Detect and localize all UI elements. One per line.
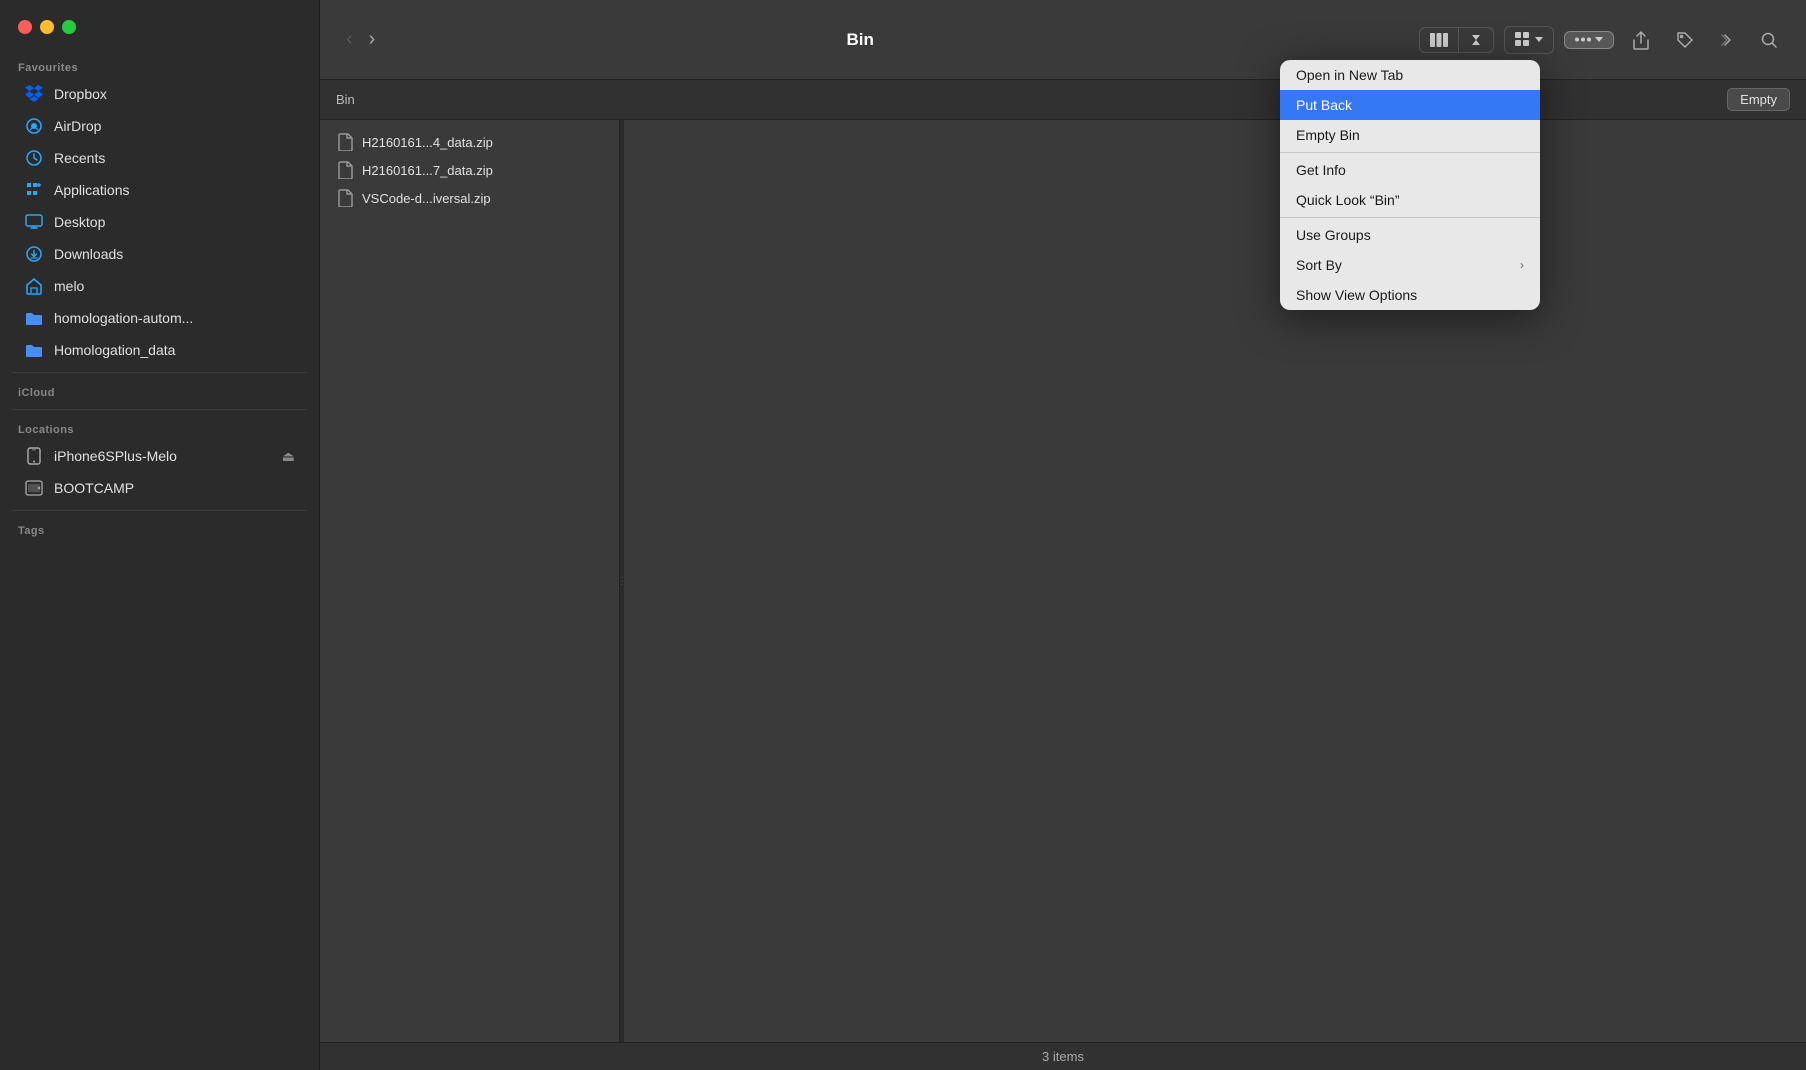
favourites-section-label: Favourites	[0, 54, 319, 78]
sidebar-item-applications-label: Applications	[54, 182, 130, 198]
tag-button[interactable]	[1668, 26, 1702, 54]
file-list-area: H2160161...4_data.zip H2160161...7_data.…	[320, 120, 1806, 1042]
sidebar-item-melo-label: melo	[54, 278, 84, 294]
menu-item-put-back-label: Put Back	[1296, 97, 1352, 113]
menu-item-sort-by[interactable]: Sort By ›	[1280, 250, 1540, 280]
menu-item-use-groups[interactable]: Use Groups	[1280, 220, 1540, 250]
traffic-lights	[0, 20, 319, 54]
file-name-2: H2160161...7_data.zip	[362, 163, 493, 178]
grid-view-button[interactable]	[1504, 26, 1554, 54]
sort-by-arrow-icon: ›	[1520, 258, 1524, 272]
zip-file-icon-2	[338, 161, 354, 179]
folder-icon-1	[24, 308, 44, 328]
applications-icon	[24, 180, 44, 200]
breadcrumb-bar: Bin Empty	[320, 80, 1806, 120]
menu-item-empty-bin[interactable]: Empty Bin	[1280, 120, 1540, 150]
file-name-3: VSCode-d...iversal.zip	[362, 191, 491, 206]
iphone-icon	[24, 446, 44, 466]
sidebar-divider-1	[12, 372, 307, 373]
locations-section-label: Locations	[0, 416, 319, 440]
status-bar: 3 items	[320, 1042, 1806, 1070]
icloud-section-label: iCloud	[0, 379, 319, 403]
dropbox-icon	[24, 84, 44, 104]
menu-item-put-back[interactable]: Put Back	[1280, 90, 1540, 120]
tags-section-label: Tags	[0, 517, 319, 541]
close-button[interactable]	[18, 20, 32, 34]
sidebar-divider-2	[12, 409, 307, 410]
downloads-icon	[24, 244, 44, 264]
menu-item-show-view-options[interactable]: Show View Options	[1280, 280, 1540, 310]
sidebar-item-applications[interactable]: Applications	[6, 174, 313, 206]
sidebar-item-iphone-label: iPhone6SPlus-Melo	[54, 448, 177, 464]
sidebar-item-dropbox-label: Dropbox	[54, 86, 107, 102]
view-switcher	[1419, 27, 1494, 53]
main-content: ‹ › Bin	[320, 0, 1806, 1070]
sidebar-item-dropbox[interactable]: Dropbox	[6, 78, 313, 110]
menu-item-empty-bin-label: Empty Bin	[1296, 127, 1360, 143]
sidebar-item-bootcamp[interactable]: BOOTCAMP	[6, 472, 313, 504]
file-list-pane: H2160161...4_data.zip H2160161...7_data.…	[320, 120, 620, 1042]
sidebar-item-iphone[interactable]: iPhone6SPlus-Melo ⏏	[6, 440, 313, 472]
more-toolbar-button[interactable]	[1712, 28, 1742, 52]
menu-item-open-new-tab-label: Open in New Tab	[1296, 67, 1403, 83]
sidebar-item-homologation-autom[interactable]: homologation-autom...	[6, 302, 313, 334]
menu-item-get-info[interactable]: Get Info	[1280, 155, 1540, 185]
drive-icon	[24, 478, 44, 498]
sidebar-item-recents-label: Recents	[54, 150, 105, 166]
sort-button[interactable]	[1459, 29, 1493, 51]
zip-file-icon-3	[338, 189, 354, 207]
minimize-button[interactable]	[40, 20, 54, 34]
airdrop-icon	[24, 116, 44, 136]
list-item[interactable]: H2160161...4_data.zip	[324, 128, 615, 156]
folder-icon-2	[24, 340, 44, 360]
window-title: Bin	[315, 30, 1405, 50]
search-button[interactable]	[1752, 26, 1786, 54]
sidebar-item-bootcamp-label: BOOTCAMP	[54, 480, 134, 496]
menu-item-sort-by-label: Sort By	[1296, 257, 1342, 273]
list-item[interactable]: VSCode-d...iversal.zip	[324, 184, 615, 212]
more-options-button[interactable]	[1564, 31, 1614, 49]
menu-item-show-view-options-label: Show View Options	[1296, 287, 1417, 303]
sidebar-item-homologation-data[interactable]: Homologation_data	[6, 334, 313, 366]
sidebar-item-downloads-label: Downloads	[54, 246, 123, 262]
sidebar-item-homologation-data-label: Homologation_data	[54, 342, 175, 358]
column-view-button[interactable]	[1420, 28, 1459, 52]
sidebar-item-airdrop[interactable]: AirDrop	[6, 110, 313, 142]
menu-item-quick-look-label: Quick Look “Bin”	[1296, 192, 1399, 208]
sidebar-item-desktop-label: Desktop	[54, 214, 105, 230]
menu-item-quick-look[interactable]: Quick Look “Bin”	[1280, 185, 1540, 215]
maximize-button[interactable]	[62, 20, 76, 34]
sidebar: Favourites Dropbox AirDrop	[0, 0, 320, 1070]
recents-icon	[24, 148, 44, 168]
sidebar-item-airdrop-label: AirDrop	[54, 118, 101, 134]
breadcrumb: Bin	[336, 92, 355, 107]
file-preview-pane	[624, 120, 1806, 1042]
menu-divider-2	[1280, 217, 1540, 218]
toolbar: ‹ › Bin	[320, 0, 1806, 80]
sidebar-item-melo[interactable]: melo	[6, 270, 313, 302]
eject-iphone-button[interactable]: ⏏	[282, 448, 295, 465]
toolbar-controls	[1419, 25, 1786, 55]
menu-divider-1	[1280, 152, 1540, 153]
list-item[interactable]: H2160161...7_data.zip	[324, 156, 615, 184]
menu-item-open-new-tab[interactable]: Open in New Tab	[1280, 60, 1540, 90]
sidebar-divider-3	[12, 510, 307, 511]
sidebar-item-recents[interactable]: Recents	[6, 142, 313, 174]
file-name-1: H2160161...4_data.zip	[362, 135, 493, 150]
sidebar-item-homologation-autom-label: homologation-autom...	[54, 310, 193, 326]
empty-button[interactable]: Empty	[1727, 88, 1790, 111]
sidebar-item-desktop[interactable]: Desktop	[6, 206, 313, 238]
context-menu: Open in New Tab Put Back Empty Bin Get I…	[1280, 60, 1540, 310]
menu-item-use-groups-label: Use Groups	[1296, 227, 1371, 243]
sidebar-item-downloads[interactable]: Downloads	[6, 238, 313, 270]
status-items: 3 items	[1042, 1049, 1084, 1064]
zip-file-icon	[338, 133, 354, 151]
menu-item-get-info-label: Get Info	[1296, 162, 1346, 178]
desktop-icon	[24, 212, 44, 232]
home-icon	[24, 276, 44, 296]
share-button[interactable]	[1624, 25, 1658, 55]
